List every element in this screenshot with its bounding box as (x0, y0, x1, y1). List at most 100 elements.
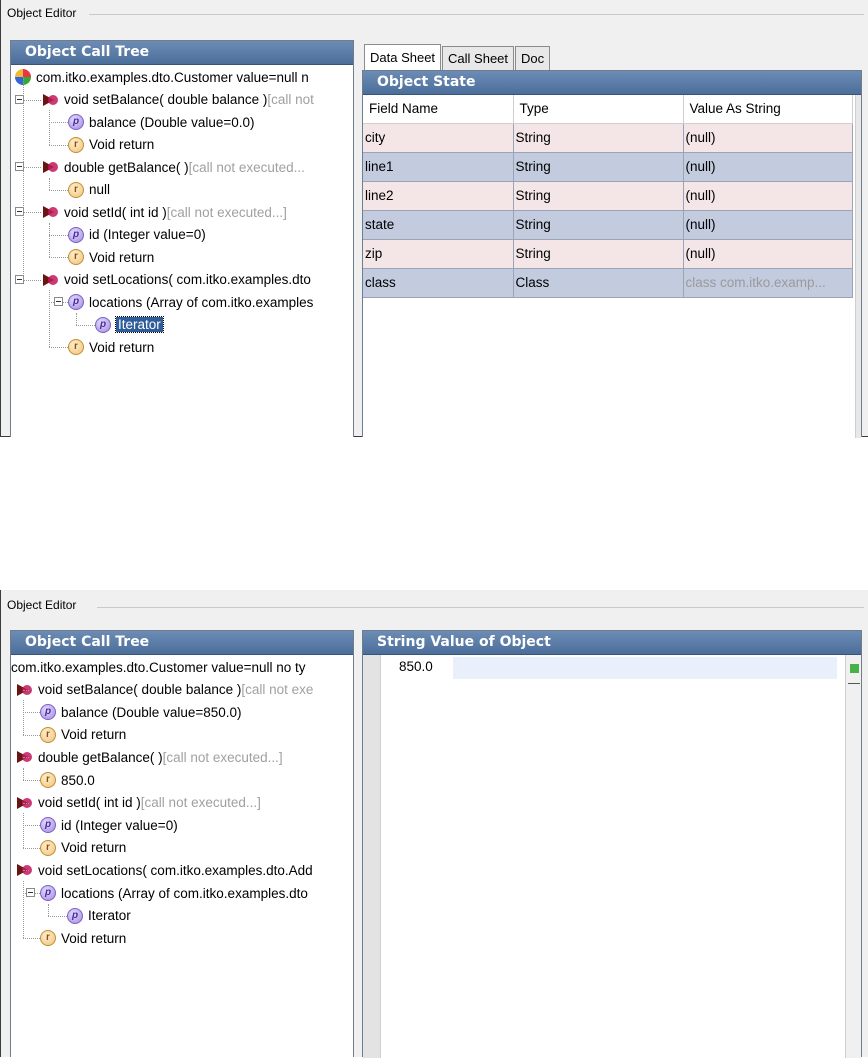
object-state-header: Object State (363, 71, 861, 95)
field-name-cell[interactable]: zip (363, 239, 514, 269)
editor-divider (97, 607, 864, 608)
tree-node-label: Void return (89, 137, 155, 152)
field-name-cell[interactable]: city (363, 123, 514, 153)
tree-node[interactable]: void setBalance( double balance ) [call … (41, 89, 314, 111)
tree-node[interactable]: p balance (Double value=850.0) (40, 701, 242, 723)
tree-guide-line (48, 903, 49, 916)
tree-connector (49, 189, 68, 191)
tree-node[interactable]: void setLocations( com.itko.examples.dto… (15, 859, 313, 881)
value-cell[interactable]: (null) (683, 123, 853, 153)
object-editor-panel-2: Object Editor Object Call Tree com.itko.… (0, 590, 868, 1058)
collapse-toggle-icon[interactable] (54, 297, 63, 306)
tree-node[interactable]: p locations (Array of com.itko.examples.d… (40, 882, 308, 904)
tree-connector (49, 122, 68, 123)
parameter-icon: p (40, 817, 56, 834)
column-header-type[interactable]: Type (513, 95, 684, 124)
field-name-cell[interactable]: class (363, 268, 514, 298)
value-cell[interactable]: (null) (683, 239, 853, 269)
editor-overview-ruler[interactable] (845, 655, 861, 1058)
call-status-note: [call not executed...] (162, 749, 283, 765)
tree-node[interactable]: p Iterator (95, 314, 164, 336)
parameter-icon: p (68, 294, 84, 310)
tree-node[interactable]: p id (Integer value=0) (40, 814, 178, 836)
vertical-scrollbar[interactable] (855, 95, 861, 438)
tree-node[interactable]: r Void return (40, 837, 126, 859)
table-row[interactable]: state String (null) (363, 210, 853, 240)
tree-node[interactable]: com.itko.examples.dto.Customer value=nul… (11, 656, 306, 678)
call-status-note: [call not executed... (188, 159, 305, 175)
tree-node[interactable]: r Void return (40, 927, 126, 949)
table-row[interactable]: line1 String (null) (363, 152, 853, 182)
tree-connector (49, 234, 68, 236)
tree-connector (23, 825, 40, 827)
object-editor-panel-1: Object Editor Object Call Tree com.itko.… (0, 0, 868, 438)
tree-node[interactable]: p id (Integer value=0) (68, 224, 206, 246)
tree-connector (23, 870, 29, 872)
tree-node[interactable]: r Void return (68, 246, 154, 268)
status-ok-icon (850, 664, 859, 673)
tree-node[interactable]: void setId( int id ) [call not executed.… (15, 792, 261, 814)
tab-doc[interactable]: Doc (515, 46, 551, 70)
type-cell[interactable]: String (513, 239, 684, 269)
tree-node[interactable]: double getBalance( ) [call not executed.… (41, 156, 305, 178)
tree-connector (49, 347, 68, 348)
tab-bar: Data Sheet Call Sheet Doc (364, 44, 551, 70)
field-name-cell[interactable]: line2 (363, 181, 514, 211)
tree-node[interactable]: void setId( int id ) [call not executed.… (41, 201, 287, 223)
table-row[interactable]: zip String (null) (363, 239, 853, 269)
tree-guide-line (23, 700, 24, 735)
type-cell[interactable]: Class (513, 268, 684, 298)
table-header-row: Field Name Type Value As String (363, 95, 853, 124)
editor-title: Object Editor (7, 598, 77, 612)
table-row[interactable]: line2 String (null) (363, 181, 853, 211)
editor-title: Object Editor (7, 6, 77, 20)
tree-node[interactable]: p locations (Array of com.itko.examples (68, 291, 313, 313)
string-value-text[interactable]: 850.0 (399, 659, 433, 674)
tab-call-sheet[interactable]: Call Sheet (442, 46, 515, 70)
tree-node-label: Void return (61, 727, 127, 743)
call-tree: com.itko.examples.dto.Customer value=nul… (11, 655, 353, 1057)
tree-node[interactable]: com.itko.examples.dto.Customer value=nul… (15, 66, 309, 88)
tree-node[interactable]: void setLocations( com.itko.examples.dto (41, 269, 311, 291)
tree-node[interactable]: r Void return (40, 724, 126, 746)
table-row[interactable]: city String (null) (363, 123, 853, 153)
tree-connector (49, 144, 68, 146)
tree-node[interactable]: r Void return (68, 134, 154, 156)
tree-node-label: Void return (89, 339, 155, 355)
tree-guide-line (49, 177, 50, 190)
value-cell[interactable]: (null) (683, 210, 853, 240)
value-cell[interactable]: (null) (683, 152, 853, 182)
tree-guide-line (76, 312, 77, 325)
tree-node[interactable]: r 850.0 (40, 769, 95, 791)
tree-header: Object Call Tree (11, 41, 353, 65)
tree-node-label: Iterator (88, 908, 131, 924)
tree-connector (23, 712, 40, 714)
string-value-pane: String Value of Object 850.0 (362, 630, 862, 1058)
collapse-toggle-icon[interactable] (26, 888, 35, 897)
column-header-value[interactable]: Value As String (683, 95, 853, 124)
field-name-cell[interactable]: line1 (363, 152, 514, 182)
method-icon (41, 272, 59, 288)
parameter-icon: p (67, 907, 83, 924)
tree-node[interactable]: double getBalance( ) [call not executed.… (15, 746, 283, 768)
value-cell[interactable]: (null) (683, 181, 853, 211)
tree-node[interactable]: p balance (Double value=0.0) (68, 111, 255, 133)
table-row[interactable]: class Class class com.itko.examp... (363, 268, 853, 298)
tree-guide-line (49, 290, 50, 347)
type-cell[interactable]: String (513, 123, 684, 153)
tree-node[interactable]: void setBalance( double balance ) [call … (15, 679, 313, 701)
tree-node[interactable]: r null (68, 179, 110, 201)
tab-data-sheet[interactable]: Data Sheet (364, 44, 442, 70)
tree-node[interactable]: r Void return (68, 336, 154, 358)
call-status-note: [call not executed...] (166, 204, 287, 220)
column-header-field-name[interactable]: Field Name (363, 95, 514, 124)
tree-node[interactable]: p Iterator (67, 905, 131, 927)
tree-connector (49, 257, 68, 258)
tree-guide-line (23, 77, 24, 280)
type-cell[interactable]: String (513, 181, 684, 211)
type-cell[interactable]: String (513, 152, 684, 182)
type-cell[interactable]: String (513, 210, 684, 240)
field-name-cell[interactable]: state (363, 210, 514, 240)
value-cell[interactable]: class com.itko.examp... (683, 268, 853, 298)
method-icon (41, 159, 59, 175)
